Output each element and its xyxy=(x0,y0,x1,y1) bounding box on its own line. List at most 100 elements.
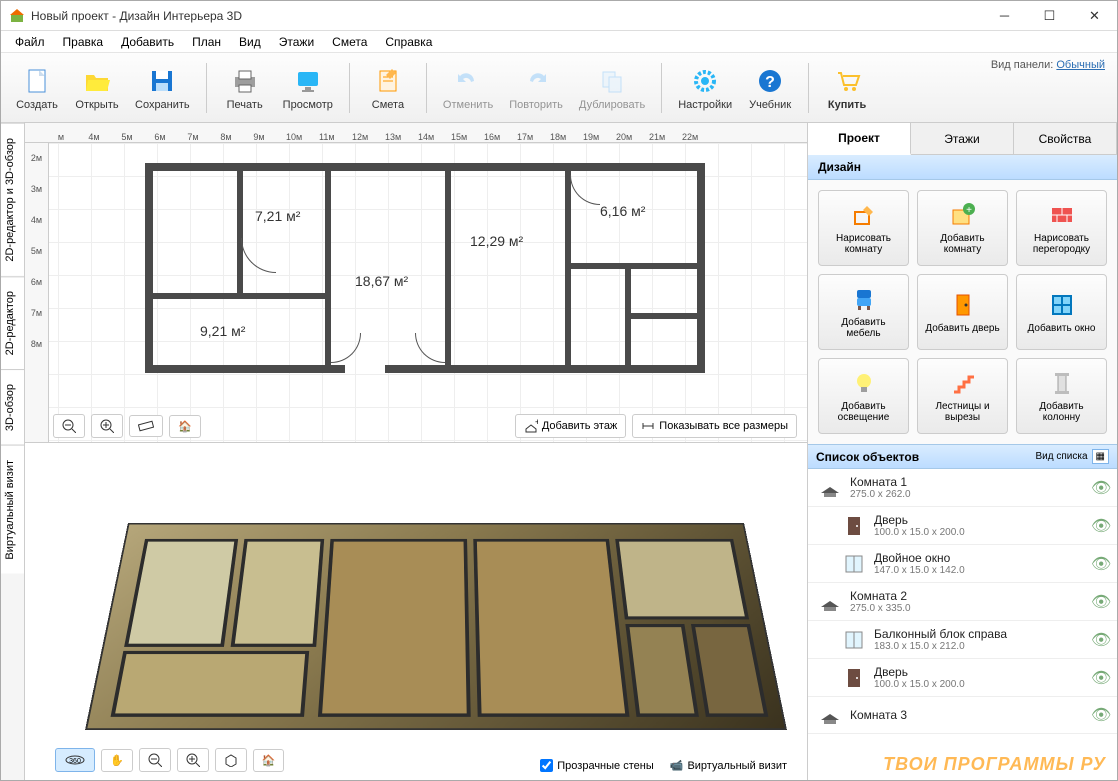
folder-open-icon xyxy=(81,65,113,97)
visibility-icon[interactable]: 👁 xyxy=(1091,592,1107,612)
add-window-button[interactable]: Добавить окно xyxy=(1016,274,1107,350)
room-area-3: 12,29 м² xyxy=(470,233,523,249)
list-item[interactable]: Дверь100.0 x 15.0 x 200.0👁 xyxy=(808,659,1117,697)
menu-file[interactable]: Файл xyxy=(7,33,53,51)
preview-button[interactable]: Просмотр xyxy=(277,61,339,115)
add-door-button[interactable]: Добавить дверь xyxy=(917,274,1008,350)
zoom-in-button[interactable] xyxy=(91,414,123,438)
transparent-walls-checkbox[interactable]: Прозрачные стены xyxy=(540,759,653,772)
room-icon xyxy=(818,703,842,727)
window-title: Новый проект - Дизайн Интерьера 3D xyxy=(31,9,982,23)
add-floor-button[interactable]: +Добавить этаж xyxy=(515,414,626,438)
visibility-icon[interactable]: 👁 xyxy=(1091,554,1107,574)
pan-button[interactable]: ✋ xyxy=(101,749,133,772)
gear-icon xyxy=(689,65,721,97)
svg-text:?: ? xyxy=(765,74,775,91)
home-button[interactable]: 🏠 xyxy=(169,415,201,438)
menu-view[interactable]: Вид xyxy=(231,33,269,51)
view-3d-viewport[interactable]: 360 ✋ 🏠 Прозрачные стены 📹Виртуальный ви… xyxy=(25,443,807,780)
redo-icon xyxy=(520,65,552,97)
virtual-visit-button[interactable]: 📹Виртуальный визит xyxy=(670,759,787,772)
plan-2d-viewport[interactable]: 2м3м4м5м6м7м8м xyxy=(25,143,807,443)
side-tabs: 2D-редактор и 3D-обзор 2D-редактор 3D-об… xyxy=(1,123,25,780)
list-item[interactable]: Комната 1275.0 x 262.0👁 xyxy=(808,469,1117,507)
add-furniture-button[interactable]: Добавить мебель xyxy=(818,274,909,350)
zoom-out-button[interactable] xyxy=(53,414,85,438)
redo-button[interactable]: Повторить xyxy=(503,61,569,115)
printer-icon xyxy=(229,65,261,97)
monitor-icon xyxy=(292,65,324,97)
visibility-icon[interactable]: 👁 xyxy=(1091,478,1107,498)
rotate-360-button[interactable]: 360 xyxy=(55,748,95,772)
save-button[interactable]: Сохранить xyxy=(129,61,196,115)
draw-room-button[interactable]: Нарисовать комнату xyxy=(818,190,909,266)
visibility-icon[interactable]: 👁 xyxy=(1091,516,1107,536)
list-item[interactable]: Комната 2275.0 x 335.0👁 xyxy=(808,583,1117,621)
camera-icon: 📹 xyxy=(670,759,684,772)
buy-button[interactable]: Купить xyxy=(819,61,875,115)
svg-text:360: 360 xyxy=(69,758,81,765)
visibility-icon[interactable]: 👁 xyxy=(1091,668,1107,688)
visibility-icon[interactable]: 👁 xyxy=(1091,630,1107,650)
duplicate-button[interactable]: Дублировать xyxy=(573,61,651,115)
tab-props[interactable]: Свойства xyxy=(1014,123,1117,154)
menu-plan[interactable]: План xyxy=(184,33,229,51)
design-header: Дизайн xyxy=(808,155,1117,180)
window-icon xyxy=(842,552,866,576)
estimate-button[interactable]: Смета xyxy=(360,61,416,115)
draw-partition-button[interactable]: Нарисовать перегородку xyxy=(1016,190,1107,266)
menu-estimate[interactable]: Смета xyxy=(324,33,375,51)
render-3d xyxy=(85,523,787,730)
menu-edit[interactable]: Правка xyxy=(55,33,112,51)
add-light-button[interactable]: Добавить освещение xyxy=(818,358,909,434)
objlist-title: Список объектов xyxy=(816,450,919,464)
minimize-button[interactable]: ─ xyxy=(982,1,1027,30)
sidetab-2d[interactable]: 2D-редактор xyxy=(1,276,24,369)
tab-floors[interactable]: Этажи xyxy=(911,123,1014,154)
chair-icon xyxy=(850,285,878,313)
sidebar: Проект Этажи Свойства Дизайн Нарисовать … xyxy=(807,123,1117,780)
menu-add[interactable]: Добавить xyxy=(113,33,182,51)
stairs-button[interactable]: Лестницы и вырезы xyxy=(917,358,1008,434)
list-item[interactable]: Дверь100.0 x 15.0 x 200.0👁 xyxy=(808,507,1117,545)
visibility-icon[interactable]: 👁 xyxy=(1091,705,1107,725)
close-button[interactable]: ✕ xyxy=(1072,1,1117,30)
tutorial-button[interactable]: ?Учебник xyxy=(742,61,798,115)
show-dims-button[interactable]: Показывать все размеры xyxy=(632,414,797,438)
door-icon xyxy=(842,514,866,538)
add-room-button[interactable]: +Добавить комнату xyxy=(917,190,1008,266)
cube-button[interactable] xyxy=(215,748,247,772)
add-column-button[interactable]: Добавить колонну xyxy=(1016,358,1107,434)
home-3d-button[interactable]: 🏠 xyxy=(253,749,285,772)
list-item[interactable]: Балконный блок справа183.0 x 15.0 x 212.… xyxy=(808,621,1117,659)
room-area-2: 18,67 м² xyxy=(355,273,408,289)
create-button[interactable]: Создать xyxy=(9,61,65,115)
list-item[interactable]: Двойное окно147.0 x 15.0 x 142.0👁 xyxy=(808,545,1117,583)
maximize-button[interactable]: ☐ xyxy=(1027,1,1072,30)
tab-project[interactable]: Проект xyxy=(808,123,911,155)
list-view-icon[interactable]: ▦ xyxy=(1092,449,1109,464)
help-icon: ? xyxy=(754,65,786,97)
print-button[interactable]: Печать xyxy=(217,61,273,115)
ruler-vertical: 2м3м4м5м6м7м8м xyxy=(25,143,49,442)
menu-floors[interactable]: Этажи xyxy=(271,33,322,51)
settings-button[interactable]: Настройки xyxy=(672,61,738,115)
measure-button[interactable] xyxy=(129,415,163,437)
ruler-horizontal: м4м5м6м7м8м9м10м11м12м13м14м15м16м17м18м… xyxy=(25,123,807,143)
sidetab-combo[interactable]: 2D-редактор и 3D-обзор xyxy=(1,123,24,276)
zoom-out-3d-button[interactable] xyxy=(139,748,171,772)
menu-help[interactable]: Справка xyxy=(377,33,440,51)
object-list: Комната 1275.0 x 262.0👁 Дверь100.0 x 15.… xyxy=(808,469,1117,780)
room-area-5: 9,21 м² xyxy=(200,323,245,339)
zoom-in-3d-button[interactable] xyxy=(177,748,209,772)
list-item[interactable]: Комната 3👁 xyxy=(808,697,1117,734)
undo-button[interactable]: Отменить xyxy=(437,61,499,115)
titlebar: Новый проект - Дизайн Интерьера 3D ─ ☐ ✕ xyxy=(1,1,1117,31)
sidetab-virtual[interactable]: Виртуальный визит xyxy=(1,445,24,574)
open-button[interactable]: Открыть xyxy=(69,61,125,115)
sidetab-3d[interactable]: 3D-обзор xyxy=(1,369,24,445)
duplicate-icon xyxy=(596,65,628,97)
room-icon xyxy=(818,590,842,614)
panel-mode-link[interactable]: Обычный xyxy=(1056,59,1105,71)
stairs-icon xyxy=(949,369,977,397)
